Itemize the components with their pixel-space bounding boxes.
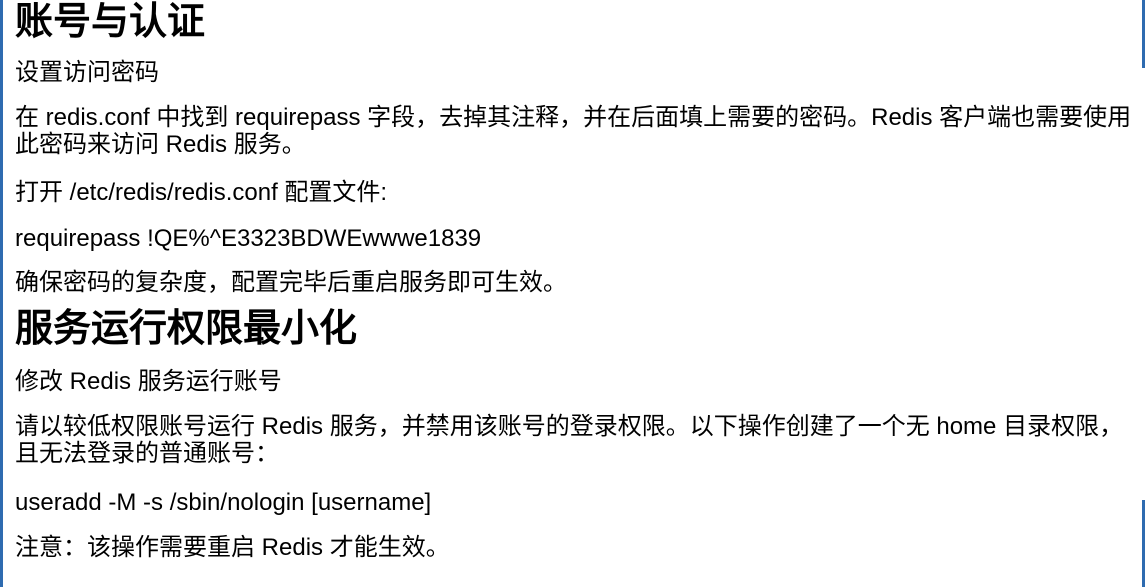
section-title-least-privilege: 服务运行权限最小化: [15, 308, 358, 350]
open-config-file-text: 打开 /etc/redis/redis.conf 配置文件:: [15, 179, 388, 206]
note-restart-redis: 注意：该操作需要重启 Redis 才能生效。: [15, 534, 450, 561]
code-useradd: useradd -M -s /sbin/nologin [username]: [15, 489, 432, 516]
paragraph-low-privilege: 请以较低权限账号运行 Redis 服务，并禁用该账号的登录权限。以下操作创建了一…: [15, 413, 1124, 467]
subtitle-change-run-account: 修改 Redis 服务运行账号: [15, 368, 282, 395]
left-accent-bar: [0, 0, 3, 587]
note-password-complexity: 确保密码的复杂度，配置完毕后重启服务即可生效。: [15, 269, 567, 296]
paragraph-requirepass: 在 redis.conf 中找到 requirepass 字段，去掉其注释，并在…: [15, 104, 1132, 158]
subtitle-set-password: 设置访问密码: [15, 59, 159, 86]
section-title-account-auth: 账号与认证: [15, 1, 206, 43]
code-requirepass: requirepass !QE%^E3323BDWEwwwe1839: [15, 225, 482, 252]
